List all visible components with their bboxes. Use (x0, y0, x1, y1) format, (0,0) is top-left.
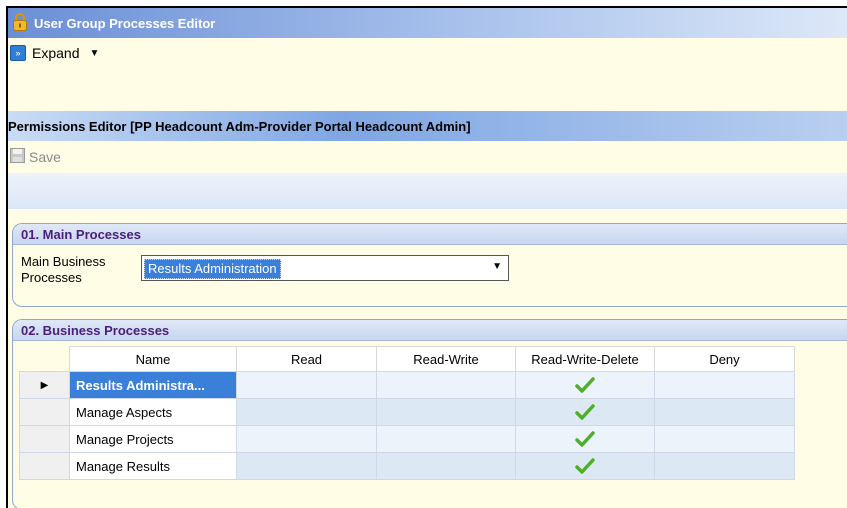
column-header-read[interactable]: Read (236, 346, 377, 372)
main-business-processes-select[interactable]: Results Administration ▼ (141, 255, 509, 281)
top-toolbar: » Expand ▼ (8, 38, 847, 68)
permission-cell-read[interactable] (236, 371, 377, 399)
lock-icon (12, 12, 28, 34)
table-row[interactable]: Manage Results (19, 452, 795, 480)
permission-cell-deny[interactable] (654, 452, 795, 480)
table-row[interactable]: Manage Projects (19, 425, 795, 453)
process-name-cell[interactable]: Results Administra... (69, 371, 237, 399)
permission-cell-deny[interactable] (654, 371, 795, 399)
permission-cell-read-write-delete[interactable] (515, 425, 655, 453)
permission-cell-read-write-delete[interactable] (515, 371, 655, 399)
permission-cell-read-write[interactable] (376, 425, 516, 453)
row-selector[interactable] (19, 425, 70, 453)
permission-cell-read-write[interactable] (376, 452, 516, 480)
main-processes-group: 01. Main Processes Main Business Process… (12, 223, 847, 307)
title-bar: User Group Processes Editor (8, 8, 847, 38)
main-business-processes-label: Main Business Processes (21, 254, 106, 285)
business-processes-header: 02. Business Processes (13, 320, 847, 341)
permission-cell-read[interactable] (236, 398, 377, 426)
column-header-read-write[interactable]: Read-Write (376, 346, 516, 372)
main-business-processes-value: Results Administration (144, 259, 281, 279)
row-selector[interactable] (19, 452, 70, 480)
expand-button[interactable]: Expand (32, 45, 79, 61)
permissions-editor-title: Permissions Editor [PP Headcount Adm-Pro… (8, 118, 471, 134)
business-processes-group: 02. Business Processes Name Read Read-Wr… (12, 319, 847, 508)
editor-band (8, 173, 847, 209)
main-processes-header: 01. Main Processes (13, 224, 847, 245)
column-header-read-write-delete[interactable]: Read-Write-Delete (515, 346, 655, 372)
row-selector-header (19, 346, 70, 372)
permission-cell-read-write[interactable] (376, 398, 516, 426)
business-processes-table: Name Read Read-Write Read-Write-Delete D… (19, 346, 795, 480)
floppy-disk-icon (10, 148, 25, 166)
row-selector[interactable] (19, 398, 70, 426)
permission-cell-read[interactable] (236, 425, 377, 453)
permission-cell-deny[interactable] (654, 398, 795, 426)
window-title: User Group Processes Editor (34, 15, 216, 31)
table-row[interactable]: ▶ Results Administra... (19, 371, 795, 399)
permission-cell-read-write-delete[interactable] (515, 452, 655, 480)
table-header-row: Name Read Read-Write Read-Write-Delete D… (19, 346, 795, 372)
process-name-cell[interactable]: Manage Results (69, 452, 237, 480)
user-group-processes-editor-window: User Group Processes Editor » Expand ▼ P… (6, 6, 847, 508)
checkmark-icon (575, 458, 595, 474)
permission-cell-read[interactable] (236, 452, 377, 480)
save-button[interactable]: Save (29, 149, 61, 165)
process-name-cell[interactable]: Manage Aspects (69, 398, 237, 426)
process-name-cell[interactable]: Manage Projects (69, 425, 237, 453)
permissions-editor-header: Permissions Editor [PP Headcount Adm-Pro… (8, 111, 847, 141)
permission-cell-deny[interactable] (654, 425, 795, 453)
editor-toolbar: Save (8, 141, 847, 173)
expand-icon[interactable]: » (10, 45, 26, 61)
row-selector[interactable]: ▶ (19, 371, 70, 399)
table-row[interactable]: Manage Aspects (19, 398, 795, 426)
permission-cell-read-write[interactable] (376, 371, 516, 399)
checkmark-icon (575, 377, 595, 393)
column-header-deny[interactable]: Deny (654, 346, 795, 372)
triangle-right-icon: ▶ (40, 379, 49, 391)
column-header-name[interactable]: Name (69, 346, 237, 372)
checkmark-icon (575, 431, 595, 447)
chevron-down-icon[interactable]: ▼ (89, 48, 99, 59)
chevron-down-icon[interactable]: ▼ (492, 261, 502, 272)
checkmark-icon (575, 404, 595, 420)
permission-cell-read-write-delete[interactable] (515, 398, 655, 426)
